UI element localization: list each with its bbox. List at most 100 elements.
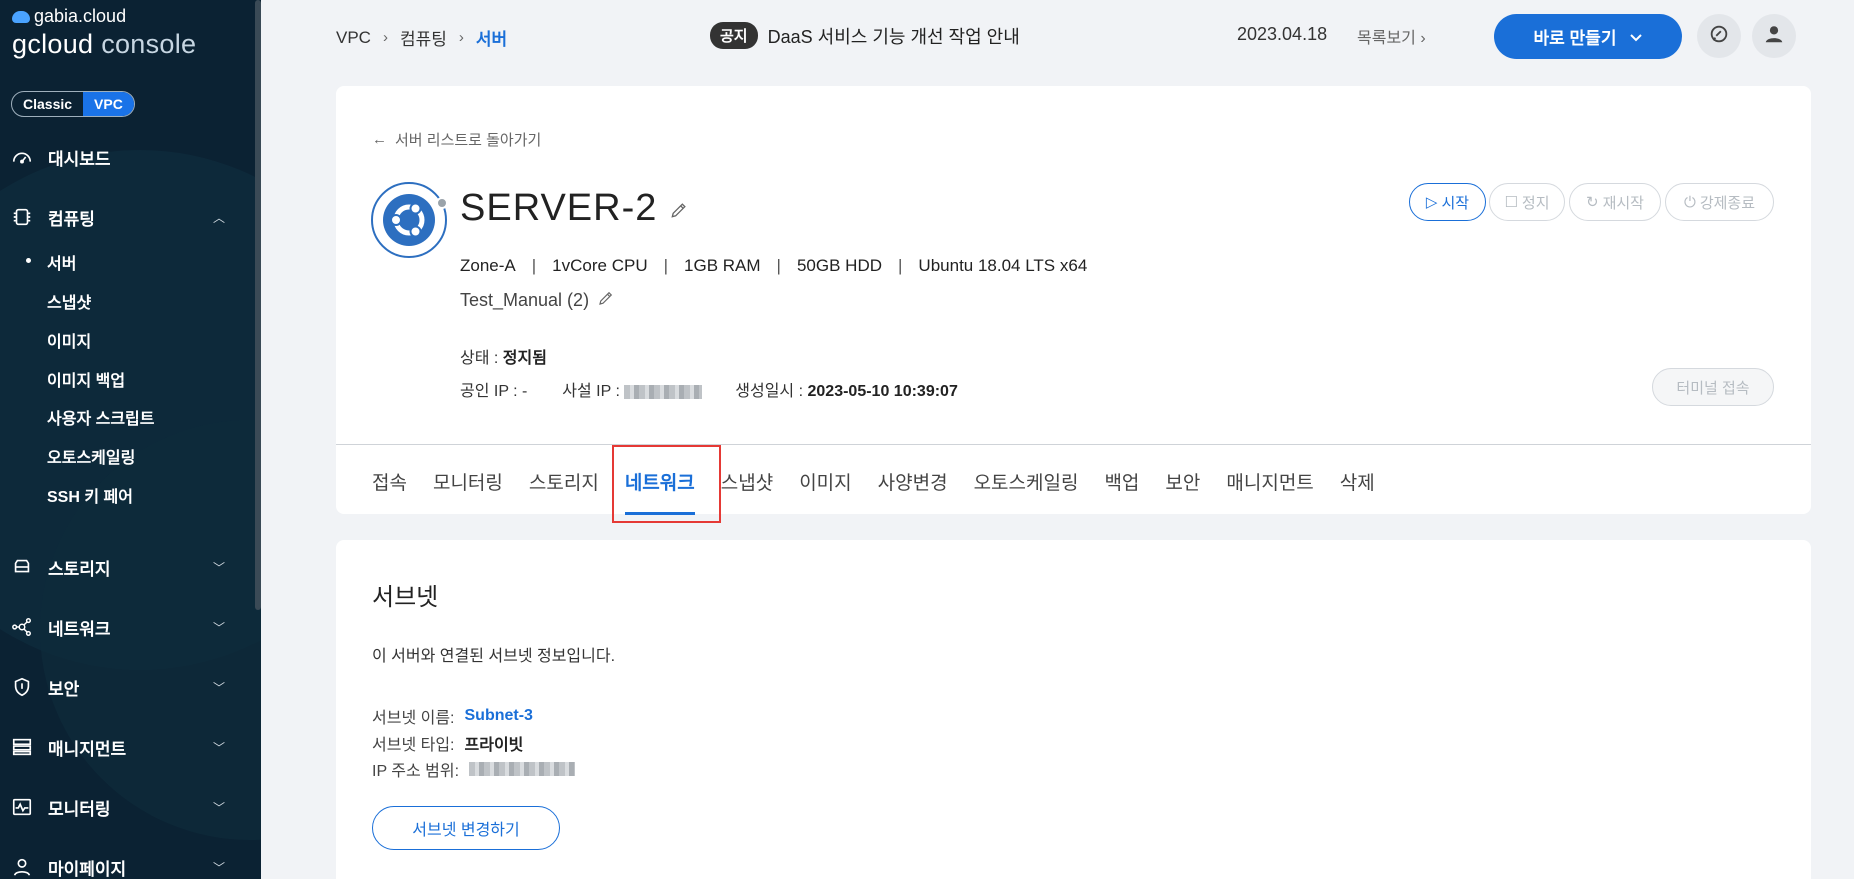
subnet-type-label: 서브넷 타입: [372, 737, 455, 754]
sidebar-item-label: 컴퓨팅 [48, 209, 95, 229]
stop-icon: ☐ [1504, 194, 1518, 211]
notice-banner[interactable]: 공지 DaaS 서비스 기능 개선 작업 안내 [710, 22, 1020, 49]
tab-delete[interactable]: 삭제 [1340, 468, 1375, 515]
tab-monitoring[interactable]: 모니터링 [433, 468, 503, 515]
terminal-connect-button[interactable]: 터미널 접속 [1652, 368, 1774, 406]
sidebar-item-label: 보안 [48, 679, 80, 699]
play-icon: ▷ [1425, 194, 1438, 211]
ubuntu-icon [371, 182, 447, 258]
sidebar-item-mypage[interactable]: 마이페이지 ﹀ [0, 852, 255, 879]
chevron-down-icon: ﹀ [212, 560, 225, 575]
force-stop-label: 강제종료 [1699, 194, 1756, 212]
chevron-down-icon: ﹀ [212, 680, 225, 695]
server-name: SERVER-2 [460, 187, 658, 229]
feedback-button[interactable] [1697, 14, 1741, 58]
edit-pencil-icon[interactable] [597, 289, 615, 312]
sidebar-item-security[interactable]: 보안 ﹀ [0, 672, 255, 702]
management-icon [10, 735, 34, 759]
subnet-card: 서브넷 이 서버와 연결된 서브넷 정보입니다. 서브넷 이름: Subnet-… [336, 540, 1811, 879]
dashboard-icon [10, 145, 34, 169]
created-label: 생성일시 : [735, 383, 804, 400]
notice-list-label: 목록보기 [1357, 30, 1416, 47]
start-button[interactable]: ▷ 시작 [1409, 183, 1486, 221]
breadcrumb-server[interactable]: 서버 [476, 25, 507, 50]
tab-connect[interactable]: 접속 [372, 468, 407, 515]
sidebar-item-network[interactable]: 네트워크 ﹀ [0, 612, 255, 642]
subnet-range-redacted [469, 762, 576, 776]
quick-create-button[interactable]: 바로 만들기 [1494, 14, 1682, 59]
spec-cpu: 1vCore CPU [552, 256, 648, 275]
server-tabs: 접속 모니터링 스토리지 네트워크 스냅샷 이미지 사양변경 오토스케일링 백업… [372, 468, 1375, 515]
sidebar-sub-image-backup[interactable]: 이미지 백업 [47, 367, 125, 391]
breadcrumb-vpc[interactable]: VPC [336, 28, 371, 48]
chevron-right-icon: › [1420, 30, 1426, 47]
tab-management[interactable]: 매니지먼트 [1226, 468, 1313, 515]
storage-icon [10, 555, 34, 579]
classic-toggle-option[interactable]: Classic [12, 92, 83, 116]
power-icon: ⏻ [1683, 193, 1696, 211]
subnet-name-row: 서브넷 이름: Subnet-3 [372, 704, 533, 728]
notice-text[interactable]: DaaS 서비스 기능 개선 작업 안내 [768, 23, 1020, 49]
sidebar-item-label: 대시보드 [48, 149, 111, 169]
sidebar-sub-server[interactable]: 서버 [25, 250, 76, 274]
cpu-icon [10, 205, 34, 229]
server-group: Test_Manual (2) [460, 290, 590, 310]
sidebar-item-monitoring[interactable]: 모니터링 ﹀ [0, 792, 255, 822]
breadcrumb-compute[interactable]: 컴퓨팅 [400, 25, 447, 50]
private-ip-redacted [624, 384, 703, 399]
quick-create-label: 바로 만들기 [1533, 29, 1617, 48]
status-dot [436, 197, 448, 209]
server-name-row: SERVER-2 [460, 187, 689, 230]
tab-autoscaling[interactable]: 오토스케일링 [974, 468, 1079, 515]
subnet-range-label: IP 주소 범위: [372, 763, 460, 780]
back-to-server-list-link[interactable]: ← 서버 리스트로 돌아가기 [372, 129, 541, 150]
force-stop-button[interactable]: ⏻ 강제종료 [1665, 183, 1774, 221]
profile-button[interactable] [1752, 14, 1796, 58]
restart-button[interactable]: ↻ 재시작 [1569, 183, 1661, 221]
tab-snapshot[interactable]: 스냅샷 [721, 468, 773, 515]
server-group-row: Test_Manual (2) [460, 289, 615, 312]
tab-security[interactable]: 보안 [1165, 468, 1200, 515]
notice-list-link[interactable]: 목록보기 › [1357, 24, 1426, 48]
network-icon [10, 615, 34, 639]
classic-vpc-toggle[interactable]: Classic VPC [11, 91, 135, 117]
sidebar-sub-snapshot[interactable]: 스냅샷 [47, 289, 91, 313]
brand-gcloud: gcloud [12, 29, 94, 59]
logo[interactable]: gabia.cloud gcloud console [12, 6, 196, 60]
server-detail-card: ← 서버 리스트로 돌아가기 SERVER-2 Zone-A | 1vCore C… [336, 86, 1811, 515]
restart-label: 재시작 [1602, 194, 1644, 212]
sidebar-scrollbar[interactable] [255, 0, 261, 610]
ip-row: 공인 IP : - 사설 IP : 생성일시 : 2023-05-10 10:3… [460, 377, 958, 401]
breadcrumb: VPC › 컴퓨팅 › 서버 [336, 25, 507, 50]
stop-button[interactable]: ☐ 정지 [1489, 183, 1565, 221]
edit-pencil-icon[interactable] [669, 187, 689, 230]
tab-storage[interactable]: 스토리지 [529, 468, 599, 515]
sidebar-sub-image[interactable]: 이미지 [47, 328, 91, 352]
chevron-down-icon: ﹀ [212, 860, 225, 875]
sidebar-item-dashboard[interactable]: 대시보드 [0, 142, 255, 172]
subnet-name-label: 서브넷 이름: [372, 710, 455, 727]
chevron-down-icon: ﹀ [212, 800, 225, 815]
sidebar-item-compute[interactable]: 컴퓨팅 ︿ [0, 202, 255, 232]
sidebar-item-management[interactable]: 매니지먼트 ﹀ [0, 732, 255, 762]
sidebar-sub-autoscaling[interactable]: 오토스케일링 [47, 444, 135, 468]
tab-spec-change[interactable]: 사양변경 [878, 468, 948, 515]
vpc-toggle-option[interactable]: VPC [83, 92, 134, 116]
server-specs: Zone-A | 1vCore CPU | 1GB RAM | 50GB HDD | U… [460, 256, 1088, 275]
tab-backup[interactable]: 백업 [1104, 468, 1139, 515]
spec-zone: Zone-A [460, 256, 516, 275]
sidebar-item-storage[interactable]: 스토리지 ﹀ [0, 552, 255, 582]
shield-icon [10, 675, 34, 699]
stop-label: 정지 [1521, 194, 1550, 212]
change-subnet-button[interactable]: 서브넷 변경하기 [372, 806, 560, 850]
top-bar: VPC › 컴퓨팅 › 서버 공지 DaaS 서비스 기능 개선 작업 안내 2… [261, 0, 1854, 72]
status-row: 상태 : 정지됨 [460, 344, 547, 368]
subnet-title: 서브넷 [372, 584, 439, 611]
sidebar-sub-user-script[interactable]: 사용자 스크립트 [47, 405, 155, 429]
subnet-name-link[interactable]: Subnet-3 [465, 707, 533, 725]
sidebar-sub-ssh-keypair[interactable]: SSH 키 페어 [47, 483, 133, 507]
public-ip-label: 공인 IP : - [460, 383, 528, 400]
brand-small: gabia.cloud [34, 6, 127, 26]
tab-image[interactable]: 이미지 [799, 468, 851, 515]
subnet-type-value: 프라이빗 [464, 737, 524, 754]
